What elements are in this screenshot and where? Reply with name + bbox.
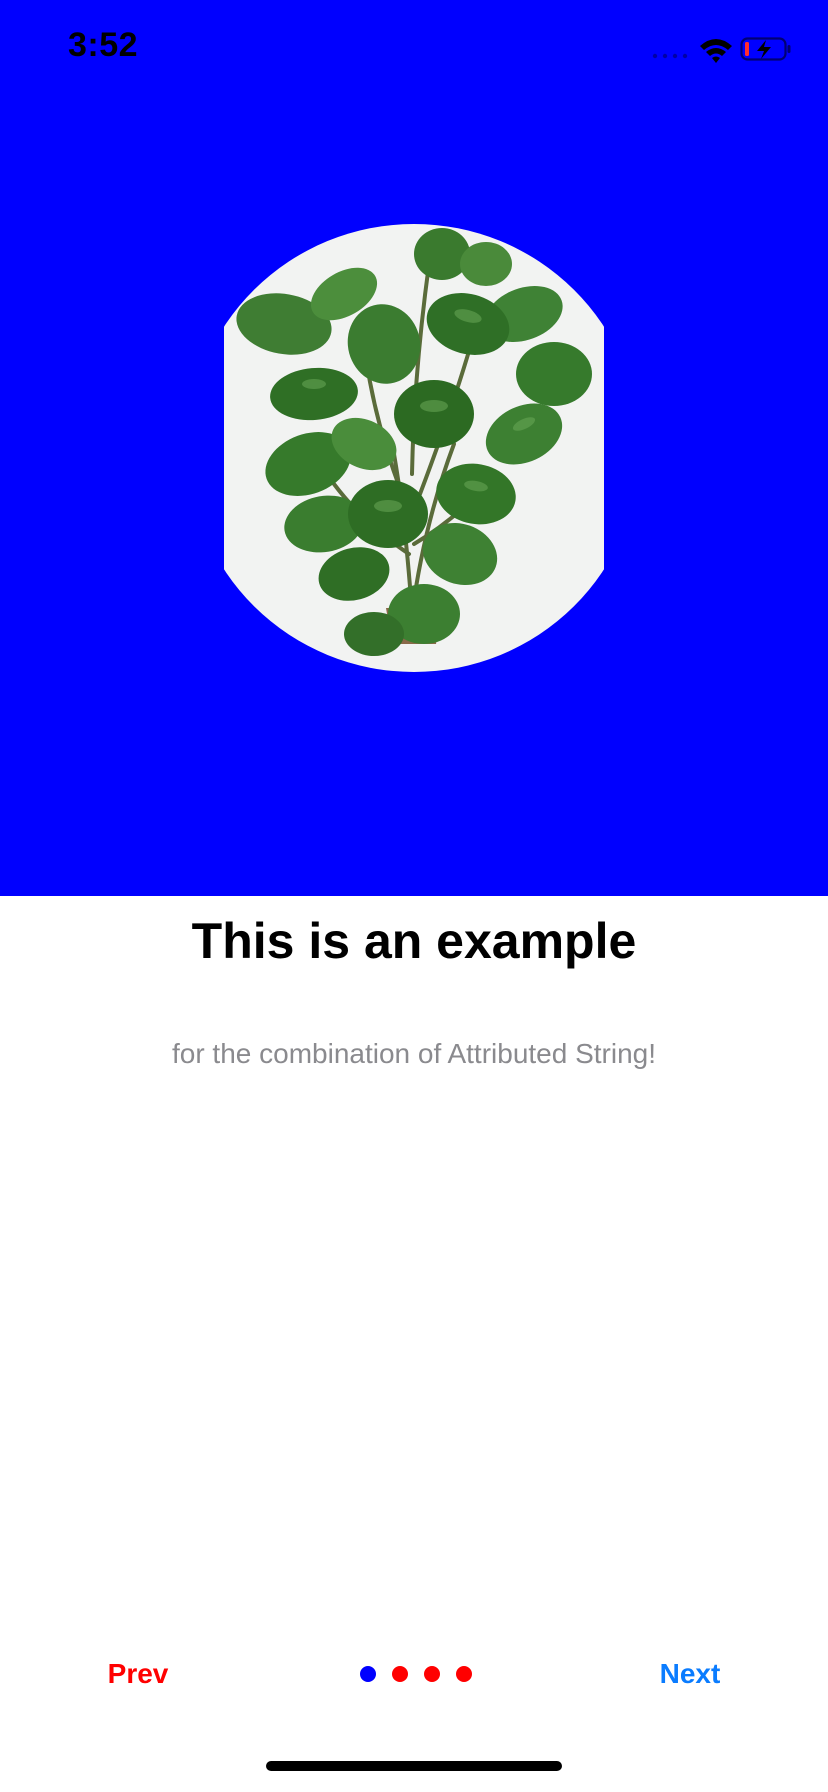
hero-section: 3:52 (0, 0, 828, 896)
page-subtitle: for the combination of Attributed String… (171, 1038, 657, 1069)
prev-button[interactable]: Prev (88, 1652, 188, 1696)
page-dot[interactable] (424, 1666, 440, 1682)
page-control[interactable] (354, 1664, 474, 1684)
status-bar: 3:52 (0, 0, 828, 100)
page-dot[interactable] (360, 1666, 376, 1682)
status-time: 3:52 (68, 26, 139, 64)
page-dot[interactable] (456, 1666, 472, 1682)
wifi-icon (700, 39, 732, 63)
page-title: This is an example (191, 913, 637, 969)
next-button[interactable]: Next (640, 1652, 740, 1696)
plant-image (224, 224, 604, 672)
cellular-signal-icon (652, 53, 688, 59)
home-indicator[interactable] (266, 1761, 562, 1771)
battery-charging-icon (740, 37, 791, 61)
page-dot[interactable] (392, 1666, 408, 1682)
